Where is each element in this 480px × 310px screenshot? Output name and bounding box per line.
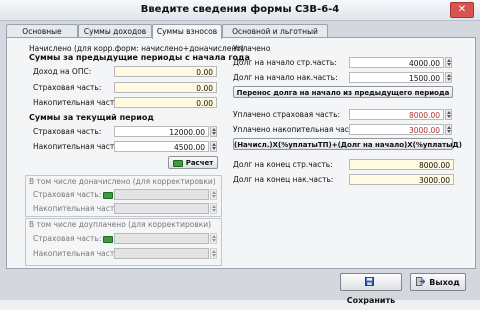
add-ins-stepper [210,189,217,200]
exit-button-label: Выход [429,278,460,287]
cur-ins-field[interactable]: 12000.00 [114,126,209,137]
paid-ins-stepper[interactable] [445,109,452,120]
tab-contribution-sums[interactable]: Суммы взносов [152,24,222,39]
cur-fund-label: Накопительная часть: [33,142,122,151]
debt-start-ins-field[interactable]: 4000.00 [349,57,444,68]
calc-button[interactable]: Расчет [168,156,218,169]
add-fund-stepper [210,203,217,214]
add-ins-field [114,189,209,200]
save-button-label: Сохранить [346,296,396,305]
paid-add-fund-field [114,248,209,259]
formula-button[interactable]: (Начисл.)X(%уплатыТП)+(Долг на начало)X(… [233,138,462,150]
money-icon [103,192,113,199]
prev-ins-label: Страховая часть: [33,83,102,92]
money-icon [103,236,113,243]
paid-heading: Уплачено [233,44,271,53]
title-bar: Введите сведения формы СЗВ-6-4 ✕ [0,0,480,21]
tab-bar: Основные данные Суммы доходов Суммы взно… [6,24,474,49]
prev-fund-label: Накопительная часть: [33,98,122,107]
calc-button-label: Расчет [185,159,214,167]
additional-accrual-heading: В том числе доначислено (для корректиров… [29,177,216,186]
prev-periods-heading: Суммы за предыдущие периоды с начала год… [29,53,250,62]
paid-add-fund-stepper [210,248,217,259]
current-period-heading: Суммы за текущий период [29,113,154,122]
paid-fund-field[interactable]: 3000.00 [349,124,444,135]
tab-main-data[interactable]: Основные данные [6,24,78,49]
transfer-debt-button[interactable]: Перенос долга на начало из предыдущего п… [233,86,453,98]
cur-ins-label: Страховая часть: [33,127,102,136]
debt-end-fund-field: 3000.00 [349,174,454,185]
tab-income-sums[interactable]: Суммы доходов [78,24,152,38]
save-button[interactable]: Сохранить [340,273,402,305]
additional-paid-heading: В том числе доуплачено (для корректировк… [29,220,212,229]
prev-ins-field[interactable]: 0.00 [114,82,217,93]
cur-fund-stepper[interactable] [210,141,217,152]
debt-end-ins-label: Долг на конец стр.часть: [233,160,333,169]
money-icon [172,159,183,167]
paid-fund-label: Уплачено накопительная часть: [233,125,361,134]
debt-end-ins-field: 8000.00 [349,159,454,170]
close-icon: ✕ [457,4,467,15]
income-label: Доход на ОПС: [33,67,92,76]
debt-start-ins-stepper[interactable] [445,57,452,68]
exit-icon [416,277,426,286]
window-title: Введите сведения формы СЗВ-6-4 [140,4,340,15]
paid-fund-stepper[interactable] [445,124,452,135]
debt-start-fund-label: Долг на начало нак.часть: [233,73,338,82]
paid-fund-label: Накопительная часть: [33,249,122,258]
dialog-window: Введите сведения формы СЗВ-6-4 ✕ Основны… [0,0,480,305]
add-fund-field [114,203,209,214]
paid-add-ins-field [114,233,209,244]
add-ins-label: Страховая часть: [33,190,102,199]
contributions-panel: Начислено (для корр.форм: начислено+дона… [6,37,476,269]
add-fund-label: Накопительная часть: [33,204,122,213]
debt-end-fund-label: Долг на конец нак.часть: [233,175,334,184]
paid-add-ins-stepper [210,233,217,244]
cur-fund-field[interactable]: 4500.00 [114,141,209,152]
income-field[interactable]: 0.00 [114,66,217,77]
accrued-note: Начислено (для корр.форм: начислено+дона… [29,44,244,53]
exit-button[interactable]: Выход [410,273,466,291]
cur-ins-stepper[interactable] [210,126,217,137]
prev-fund-field[interactable]: 0.00 [114,97,217,108]
paid-ins-label: Уплачено страховая часть: [233,110,341,119]
debt-start-fund-stepper[interactable] [445,72,452,83]
close-button[interactable]: ✕ [450,2,474,18]
tab-experience[interactable]: Основной и льготный стаж [222,24,328,49]
save-icon [364,277,374,286]
paid-ins-field[interactable]: 8000.00 [349,109,444,120]
paid-ins-label: Страховая часть: [33,234,102,243]
debt-start-fund-field[interactable]: 1500.00 [349,72,444,83]
debt-start-ins-label: Долг на начало стр.часть: [233,58,337,67]
